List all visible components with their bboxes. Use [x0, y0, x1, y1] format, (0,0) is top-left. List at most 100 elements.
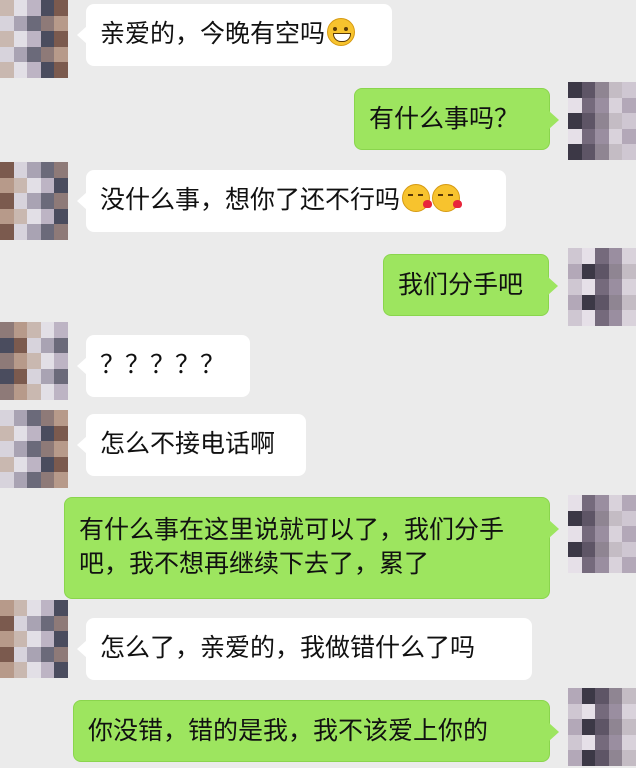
avatar-pixel	[0, 15, 14, 32]
avatar-pixel	[13, 425, 28, 442]
avatar-pixel	[622, 688, 636, 704]
avatar-pixel	[595, 128, 609, 145]
avatar-pixel	[608, 688, 623, 704]
avatar-pixel	[568, 719, 582, 735]
avatar-pixel	[0, 337, 14, 354]
contact-avatar[interactable]	[0, 600, 68, 678]
avatar-pixel	[54, 162, 68, 178]
avatar-pixel	[622, 248, 636, 264]
avatar-pixel	[0, 208, 14, 225]
message-text: ？？？？？	[100, 350, 226, 379]
incoming-message-bubble[interactable]: 怎么了，亲爱的，我做错什么了吗	[77, 618, 532, 680]
self-avatar[interactable]	[568, 495, 636, 573]
avatar-pixel	[40, 600, 55, 616]
avatar-pixel	[54, 322, 68, 338]
outgoing-message-bubble[interactable]: 有什么事在这里说就可以了，我们分手吧，我不想再继续下去了，累了	[64, 497, 559, 599]
avatar-pixel	[622, 144, 636, 160]
avatar-pixel	[27, 15, 41, 32]
avatar-pixel	[608, 557, 623, 573]
avatar-pixel	[608, 82, 623, 98]
avatar-pixel	[0, 410, 14, 426]
avatar-pixel	[27, 662, 41, 678]
avatar-pixel	[595, 750, 609, 766]
outgoing-message-bubble[interactable]: 我们分手吧	[383, 254, 558, 316]
avatar-pixel	[608, 113, 623, 129]
avatar-pixel	[13, 368, 28, 385]
avatar-pixel	[595, 495, 609, 511]
outgoing-message-bubble[interactable]: 有什么事吗？	[354, 88, 559, 150]
message-text: 有什么事在这里说就可以了，我们分手吧，我不想再继续下去了，累了	[79, 515, 505, 578]
avatar-pixel	[568, 97, 582, 114]
avatar-pixel	[568, 248, 582, 264]
avatar-pixel	[568, 510, 582, 527]
self-avatar[interactable]	[568, 688, 636, 766]
incoming-message-bubble[interactable]: ？？？？？	[77, 335, 250, 397]
contact-avatar[interactable]	[0, 162, 68, 240]
avatar-pixel	[40, 353, 55, 369]
avatar-pixel	[595, 97, 609, 114]
avatar-pixel	[40, 384, 55, 400]
avatar-pixel	[54, 31, 68, 47]
message-text: 你没错，错的是我，我不该爱上你的	[88, 716, 489, 745]
avatar-pixel	[622, 557, 636, 573]
avatar-pixel	[40, 15, 55, 32]
avatar-pixel	[622, 541, 636, 558]
message-text: 没什么事，想你了还不行吗	[100, 185, 401, 214]
avatar-pixel	[54, 425, 68, 442]
avatar-pixel	[622, 719, 636, 735]
avatar-pixel	[13, 62, 28, 78]
outgoing-message-bubble[interactable]: 你没错，错的是我，我不该爱上你的	[73, 700, 559, 762]
avatar-pixel	[0, 162, 14, 178]
avatar-pixel	[608, 310, 623, 326]
avatar-pixel	[595, 734, 609, 751]
avatar-pixel	[27, 162, 41, 178]
incoming-message-bubble[interactable]: 怎么不接电话啊	[77, 414, 306, 476]
avatar-pixel	[581, 279, 596, 295]
contact-avatar[interactable]	[0, 322, 68, 400]
incoming-message-bubble[interactable]: 没什么事，想你了还不行吗	[77, 170, 506, 232]
avatar-pixel	[595, 703, 609, 720]
avatar-pixel	[608, 541, 623, 558]
avatar-pixel	[54, 353, 68, 369]
avatar-pixel	[568, 526, 582, 542]
avatar-pixel	[581, 128, 596, 145]
avatar-pixel	[27, 353, 41, 369]
avatar-pixel	[622, 294, 636, 311]
kiss-emoji	[402, 184, 433, 212]
avatar-pixel	[568, 734, 582, 751]
avatar-pixel	[40, 193, 55, 209]
avatar-pixel	[27, 46, 41, 63]
avatar-pixel	[40, 456, 55, 473]
avatar-pixel	[608, 510, 623, 527]
avatar-pixel	[27, 456, 41, 473]
avatar-pixel	[0, 46, 14, 63]
avatar-pixel	[622, 279, 636, 295]
avatar-pixel	[608, 526, 623, 542]
message-text: 亲爱的，今晚有空吗	[100, 19, 326, 48]
incoming-message-bubble[interactable]: 亲爱的，今晚有空吗	[77, 4, 392, 66]
avatar-pixel	[40, 646, 55, 663]
avatar-pixel	[40, 368, 55, 385]
avatar-pixel	[595, 541, 609, 558]
avatar-pixel	[0, 177, 14, 194]
avatar-pixel	[595, 557, 609, 573]
avatar-pixel	[54, 368, 68, 385]
avatar-pixel	[40, 224, 55, 240]
contact-avatar[interactable]	[0, 0, 68, 78]
message-text: 有什么事吗？	[369, 104, 520, 133]
avatar-pixel	[40, 31, 55, 47]
self-avatar[interactable]	[568, 82, 636, 160]
avatar-pixel	[13, 646, 28, 663]
contact-avatar[interactable]	[0, 410, 68, 488]
avatar-pixel	[40, 208, 55, 225]
avatar-pixel	[0, 662, 14, 678]
avatar-pixel	[27, 472, 41, 488]
avatar-pixel	[622, 750, 636, 766]
avatar-pixel	[608, 144, 623, 160]
avatar-pixel	[54, 0, 68, 16]
avatar-pixel	[13, 15, 28, 32]
avatar-pixel	[0, 425, 14, 442]
avatar-pixel	[622, 495, 636, 511]
avatar-pixel	[581, 82, 596, 98]
self-avatar[interactable]	[568, 248, 636, 326]
